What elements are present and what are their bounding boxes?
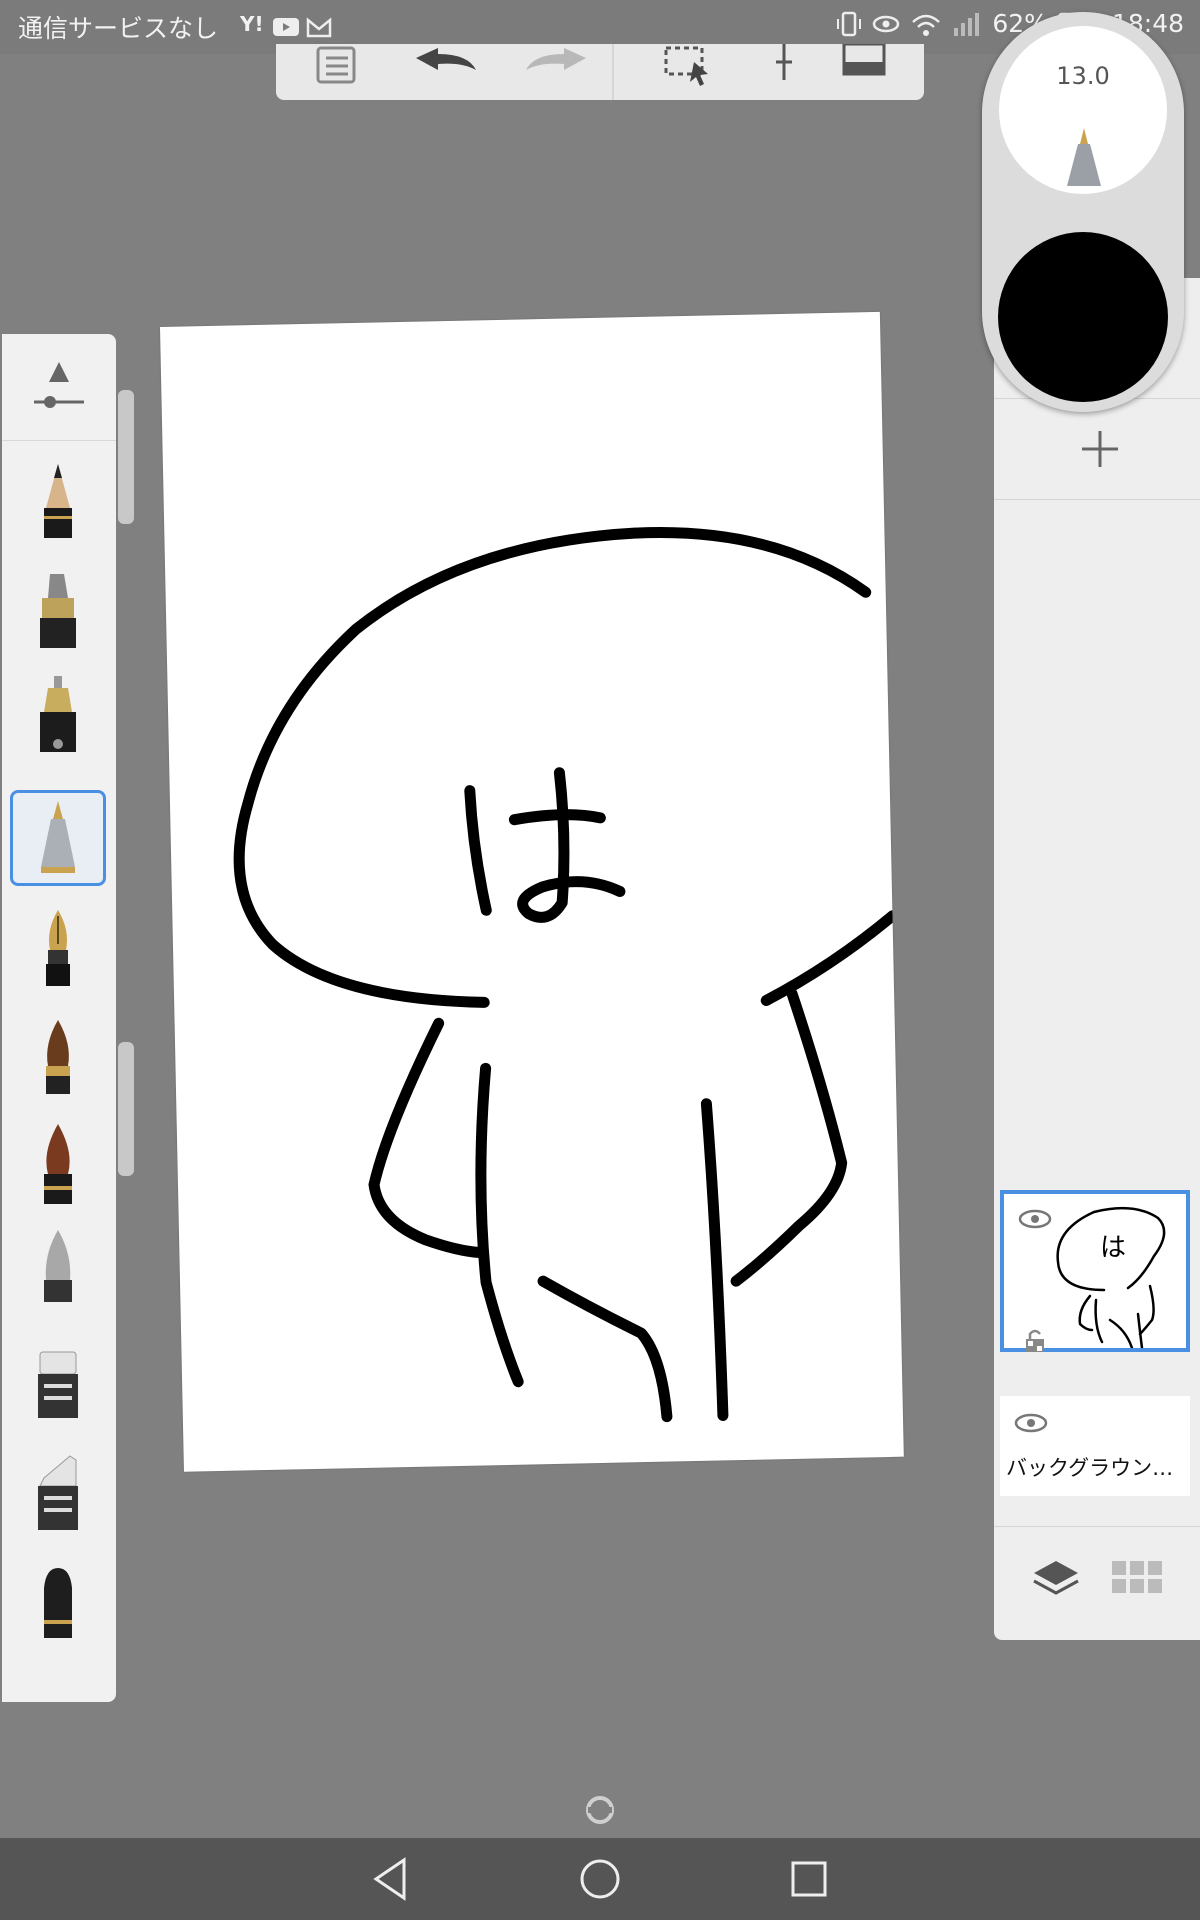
yahoo-icon: Y!	[240, 12, 264, 36]
layer-item-background[interactable]: バックグラウン…	[1000, 1396, 1190, 1496]
airbrush-icon	[44, 1230, 72, 1302]
recents-icon[interactable]	[782, 1852, 836, 1906]
system-nav-bar	[0, 1838, 1200, 1920]
blender-icon	[44, 1568, 72, 1638]
head-outline-right	[760, 910, 898, 1006]
char-stroke-1	[464, 785, 492, 916]
char-stroke-3	[517, 767, 626, 923]
char-stroke-2	[508, 809, 606, 826]
rotate-canvas-icon[interactable]	[584, 1794, 616, 1826]
head-outline-left	[233, 527, 872, 1008]
gmail-icon	[306, 17, 332, 38]
soft-eraser-icon	[38, 1455, 78, 1530]
plus-icon	[1082, 431, 1118, 467]
vibrate-icon	[837, 11, 862, 36]
brush-fountain-pen[interactable]	[10, 906, 106, 1002]
undo-icon[interactable]	[406, 44, 486, 100]
thumbnail-text: は	[1100, 1233, 1126, 1263]
wifi-icon	[912, 14, 941, 36]
canvas-drawing	[233, 527, 898, 1423]
layers-icon[interactable]	[1032, 1559, 1080, 1599]
pencil-icon	[44, 464, 72, 538]
home-icon[interactable]	[573, 1852, 627, 1906]
visibility-eye-icon[interactable]	[1014, 1412, 1048, 1434]
brush-pencil[interactable]	[10, 456, 106, 552]
eraser-icon	[38, 1351, 78, 1418]
layer-thumbnail: は	[1056, 1206, 1166, 1348]
paint-brush-icon	[46, 1020, 70, 1094]
fountain-pen-icon	[46, 910, 70, 986]
ballpoint-preview-icon	[1067, 128, 1101, 186]
selection-icon[interactable]	[652, 44, 722, 100]
brush-watercolor[interactable]	[10, 1120, 106, 1216]
youtube-icon	[273, 18, 299, 36]
top-toolbar	[276, 44, 924, 100]
add-layer-button[interactable]	[994, 398, 1200, 500]
brush-eraser[interactable]	[10, 1336, 106, 1432]
leg-line	[537, 1275, 673, 1423]
redo-icon[interactable]	[516, 44, 596, 100]
brush-marker[interactable]	[10, 568, 106, 664]
left-body-line	[475, 1062, 524, 1388]
left-arm	[368, 1017, 485, 1259]
grid-view-icon[interactable]	[1110, 1559, 1164, 1595]
brush-palette	[2, 334, 116, 1702]
right-body-line	[700, 1098, 729, 1421]
signal-icon	[954, 12, 980, 36]
transform-icon[interactable]	[776, 44, 806, 100]
brush-technical-pen[interactable]	[10, 674, 106, 770]
brush-scroll-handle-bottom[interactable]	[118, 1042, 134, 1176]
drawing-canvas[interactable]	[160, 311, 904, 1472]
toolbar-divider	[612, 44, 614, 100]
layer-item-1[interactable]: は	[1000, 1190, 1190, 1352]
brush-settings-icon	[34, 362, 84, 408]
ballpoint-icon	[41, 801, 75, 873]
back-icon[interactable]	[364, 1852, 418, 1906]
watercolor-brush-icon	[44, 1124, 72, 1204]
brush-airbrush[interactable]	[10, 1224, 106, 1320]
brush-scroll-handle-top[interactable]	[118, 390, 134, 524]
layer-name: バックグラウン…	[1006, 1456, 1174, 1480]
color-swatch-button[interactable]	[998, 232, 1168, 402]
marker-icon	[40, 574, 76, 648]
brush-soft-eraser[interactable]	[10, 1448, 106, 1544]
brush-size-value: 13.0	[1056, 62, 1110, 90]
layer-panel-footer	[994, 1526, 1200, 1627]
brush-puck[interactable]: 13.0	[982, 12, 1184, 412]
right-arm	[730, 988, 848, 1287]
brush-ballpoint[interactable]	[10, 790, 106, 886]
fullscreen-icon[interactable]	[834, 44, 894, 100]
brush-blender[interactable]	[10, 1558, 106, 1654]
layer-panel: は バックグラウン…	[994, 278, 1200, 1640]
brush-size-button[interactable]: 13.0	[999, 26, 1167, 194]
technical-pen-icon	[40, 676, 76, 752]
eye-comfort-icon	[873, 15, 900, 32]
brush-settings-button[interactable]	[2, 334, 116, 441]
list-icon[interactable]	[306, 44, 366, 100]
brush-paint[interactable]	[10, 1014, 106, 1110]
carrier-text: 通信サービスなし	[18, 14, 219, 43]
